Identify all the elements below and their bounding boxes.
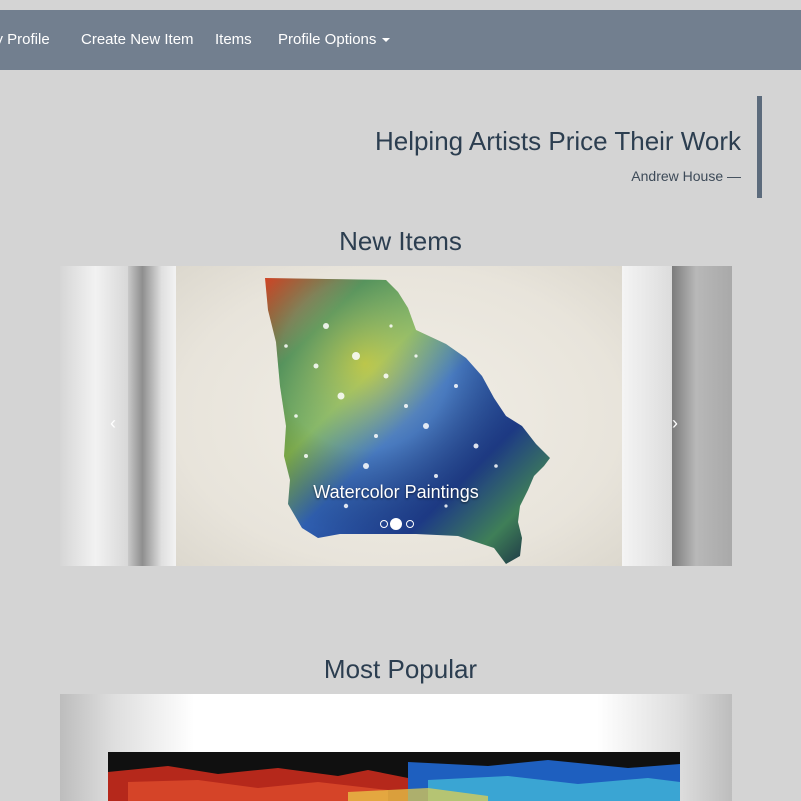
navbar: My Profile Create New Item Items Profile…	[0, 10, 801, 70]
slide-frame-right	[672, 266, 732, 566]
nav-my-profile[interactable]: My Profile	[0, 10, 50, 70]
new-items-title: New Items	[339, 226, 462, 256]
quote-text: Helping Artists Price Their Work	[374, 126, 741, 156]
nav-profile-options-dropdown[interactable]: Profile Options	[278, 10, 391, 70]
nav-profile-options-label: Profile Options	[278, 31, 377, 48]
most-popular-carousel	[60, 694, 732, 801]
carousel-indicators	[378, 518, 422, 532]
carousel-prev-chevron-left-icon[interactable]: ‹	[110, 414, 116, 432]
abstract-painting	[108, 752, 680, 801]
carousel-next-chevron-right-icon[interactable]: ›	[672, 414, 678, 432]
indicator-dot-1[interactable]	[380, 520, 388, 528]
most-popular-title: Most Popular	[323, 654, 478, 684]
nav-items[interactable]: Items	[215, 10, 252, 70]
top-strip	[0, 0, 801, 10]
slide-frame-shadow	[128, 266, 176, 566]
indicator-dot-2-active[interactable]	[390, 518, 402, 530]
indicator-dot-3[interactable]	[406, 520, 414, 528]
nav-create-new-item[interactable]: Create New Item	[81, 10, 194, 70]
quote-author: Andrew House —	[631, 168, 741, 184]
popular-artwork[interactable]	[108, 752, 680, 801]
slide-frame-right-light	[622, 266, 672, 566]
hero-quote: Helping Artists Price Their Work Andrew …	[337, 96, 762, 198]
new-items-carousel: ‹ › Watercolor Paintings	[60, 266, 732, 566]
slide-caption: Watercolor Paintings	[313, 482, 479, 502]
caret-down-icon	[382, 38, 391, 43]
